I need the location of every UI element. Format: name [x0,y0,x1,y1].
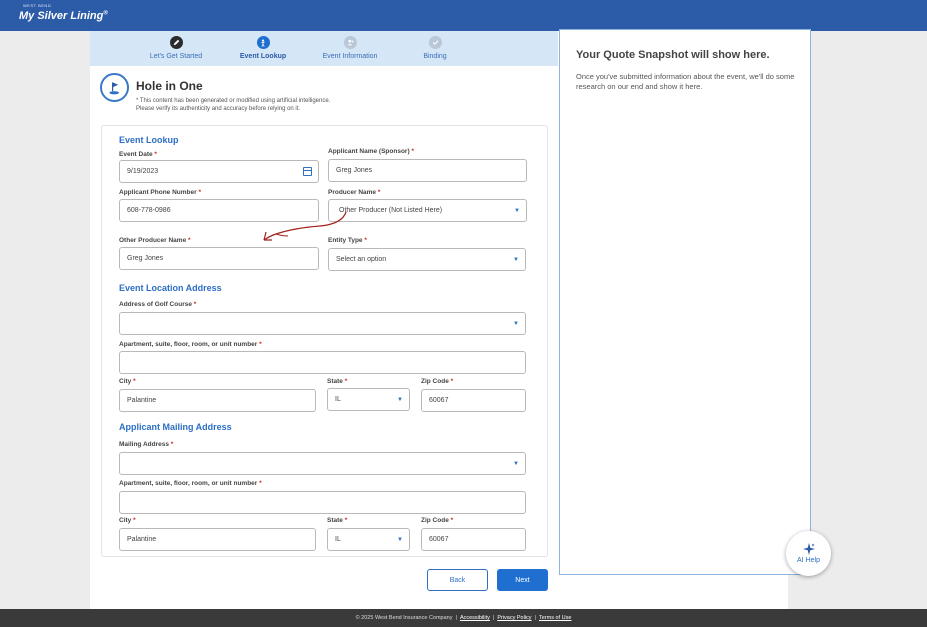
quote-snapshot-title: Your Quote Snapshot will show here. [576,49,770,61]
footer-privacy-link[interactable]: Privacy Policy [497,615,531,621]
chevron-down-icon: ▼ [397,397,403,403]
mailing-city-label: City * [119,517,136,524]
chevron-down-icon: ▼ [513,461,519,467]
chevron-down-icon: ▼ [397,537,403,543]
next-button[interactable]: Next [497,569,548,591]
section-title-event-location: Event Location Address [119,283,222,293]
entity-type-placeholder: Select an option [336,256,387,263]
ai-disclaimer-line1: * This content has been generated or mod… [136,98,331,104]
check-icon [428,36,442,49]
event-date-label: Event Date * [119,151,157,158]
other-producer-value: Greg Jones [127,255,164,262]
phone-label: Applicant Phone Number * [119,189,201,196]
section-title-mailing: Applicant Mailing Address [119,422,232,432]
golfer-icon [256,36,270,49]
ai-help-button[interactable]: AI Help [786,531,831,576]
step-event-information[interactable]: Event Information [305,36,395,60]
top-bar: WEST BEND My Silver Lining® [0,0,927,31]
mailing-city-value: Palantine [127,536,157,543]
mailing-city-field[interactable]: Palantine [119,528,316,551]
mailing-address-select[interactable]: ▼ [119,452,526,475]
step-label: Event Lookup [239,53,287,60]
step-label: Event Information [322,53,378,60]
mailing-zip-field[interactable]: 60067 [421,528,526,551]
other-producer-field[interactable]: Greg Jones [119,247,319,270]
chevron-down-icon: ▼ [513,321,519,327]
person-add-icon [343,36,357,49]
brand-logo[interactable]: WEST BEND My Silver Lining® [19,3,108,22]
phone-value: 608-778-0986 [127,207,171,214]
footer-separator: | [492,615,495,621]
footer-separator: | [534,615,536,621]
event-date-value: 9/19/2023 [127,168,159,175]
footer: © 2025 West Bend Insurance Company | Acc… [0,609,927,627]
step-label: Binding [423,53,447,60]
brand-name-text: My Silver Lining [19,10,104,22]
hole-in-one-icon [100,73,129,102]
chevron-down-icon: ▼ [513,257,519,263]
entity-type-select[interactable]: Select an option ▼ [328,248,526,271]
ai-disclaimer-line2: Please verify its authenticity and accur… [136,106,301,112]
event-date-field[interactable]: 9/19/2023 [119,160,319,183]
applicant-name-label: Applicant Name (Sponsor) * [328,148,414,155]
other-producer-label: Other Producer Name * [119,237,191,244]
brand-mark: ® [103,10,108,17]
step-binding[interactable]: Binding [390,36,480,60]
brand-name: My Silver Lining® [19,10,108,22]
golf-course-address-label: Address of Golf Course * [119,301,197,308]
golf-course-address-select[interactable]: ▼ [119,312,526,335]
location-apt-label: Apartment, suite, floor, room, or unit n… [119,341,262,348]
footer-separator: | [455,615,457,621]
applicant-name-value: Greg Jones [336,167,373,174]
pencil-icon [169,36,183,49]
footer-copyright: © 2025 West Bend Insurance Company [355,615,453,621]
footer-terms-link[interactable]: Terms of Use [539,615,571,621]
location-city-label: City * [119,378,136,385]
location-zip-label: Zip Code * [421,378,454,385]
mailing-zip-label: Zip Code * [421,517,454,524]
annotation-arrow [263,211,347,241]
producer-name-label: Producer Name * [328,189,381,196]
mailing-state-label: State * [327,517,348,524]
mailing-state-select[interactable]: IL ▼ [327,528,410,551]
calendar-icon[interactable] [303,167,312,176]
location-city-value: Palantine [127,397,157,404]
location-state-value: IL [335,396,341,403]
ai-help-label: AI Help [797,557,820,564]
location-apt-field[interactable] [119,351,526,374]
mailing-apt-field[interactable] [119,491,526,514]
sparkle-icon [802,543,815,555]
brand-small-text: WEST BEND [23,3,52,8]
applicant-name-field[interactable]: Greg Jones [328,159,527,182]
page-title: Hole in One [136,79,203,93]
quote-snapshot-body: Once you've submitted information about … [576,72,795,91]
ai-disclaimer: * This content has been generated or mod… [136,97,396,113]
mailing-state-value: IL [335,536,341,543]
quote-snapshot-panel: Your Quote Snapshot will show here. Once… [559,29,811,575]
progress-steps: Let's Get Started Event Lookup Event Inf… [90,31,558,66]
step-label: Let's Get Started [149,53,203,60]
location-state-select[interactable]: IL ▼ [327,388,410,411]
footer-accessibility-link[interactable]: Accessibility [460,615,490,621]
mailing-zip-value: 60067 [429,536,449,543]
step-lets-get-started[interactable]: Let's Get Started [131,36,221,60]
location-city-field[interactable]: Palantine [119,389,316,412]
mailing-address-label: Mailing Address * [119,441,174,448]
location-zip-field[interactable]: 60067 [421,389,526,412]
mailing-apt-label: Apartment, suite, floor, room, or unit n… [119,480,262,487]
location-zip-value: 60067 [429,397,449,404]
section-title-event-lookup: Event Lookup [119,135,179,145]
back-button[interactable]: Back [427,569,488,591]
chevron-down-icon: ▼ [514,208,520,214]
location-state-label: State * [327,378,348,385]
step-event-lookup[interactable]: Event Lookup [218,36,308,60]
